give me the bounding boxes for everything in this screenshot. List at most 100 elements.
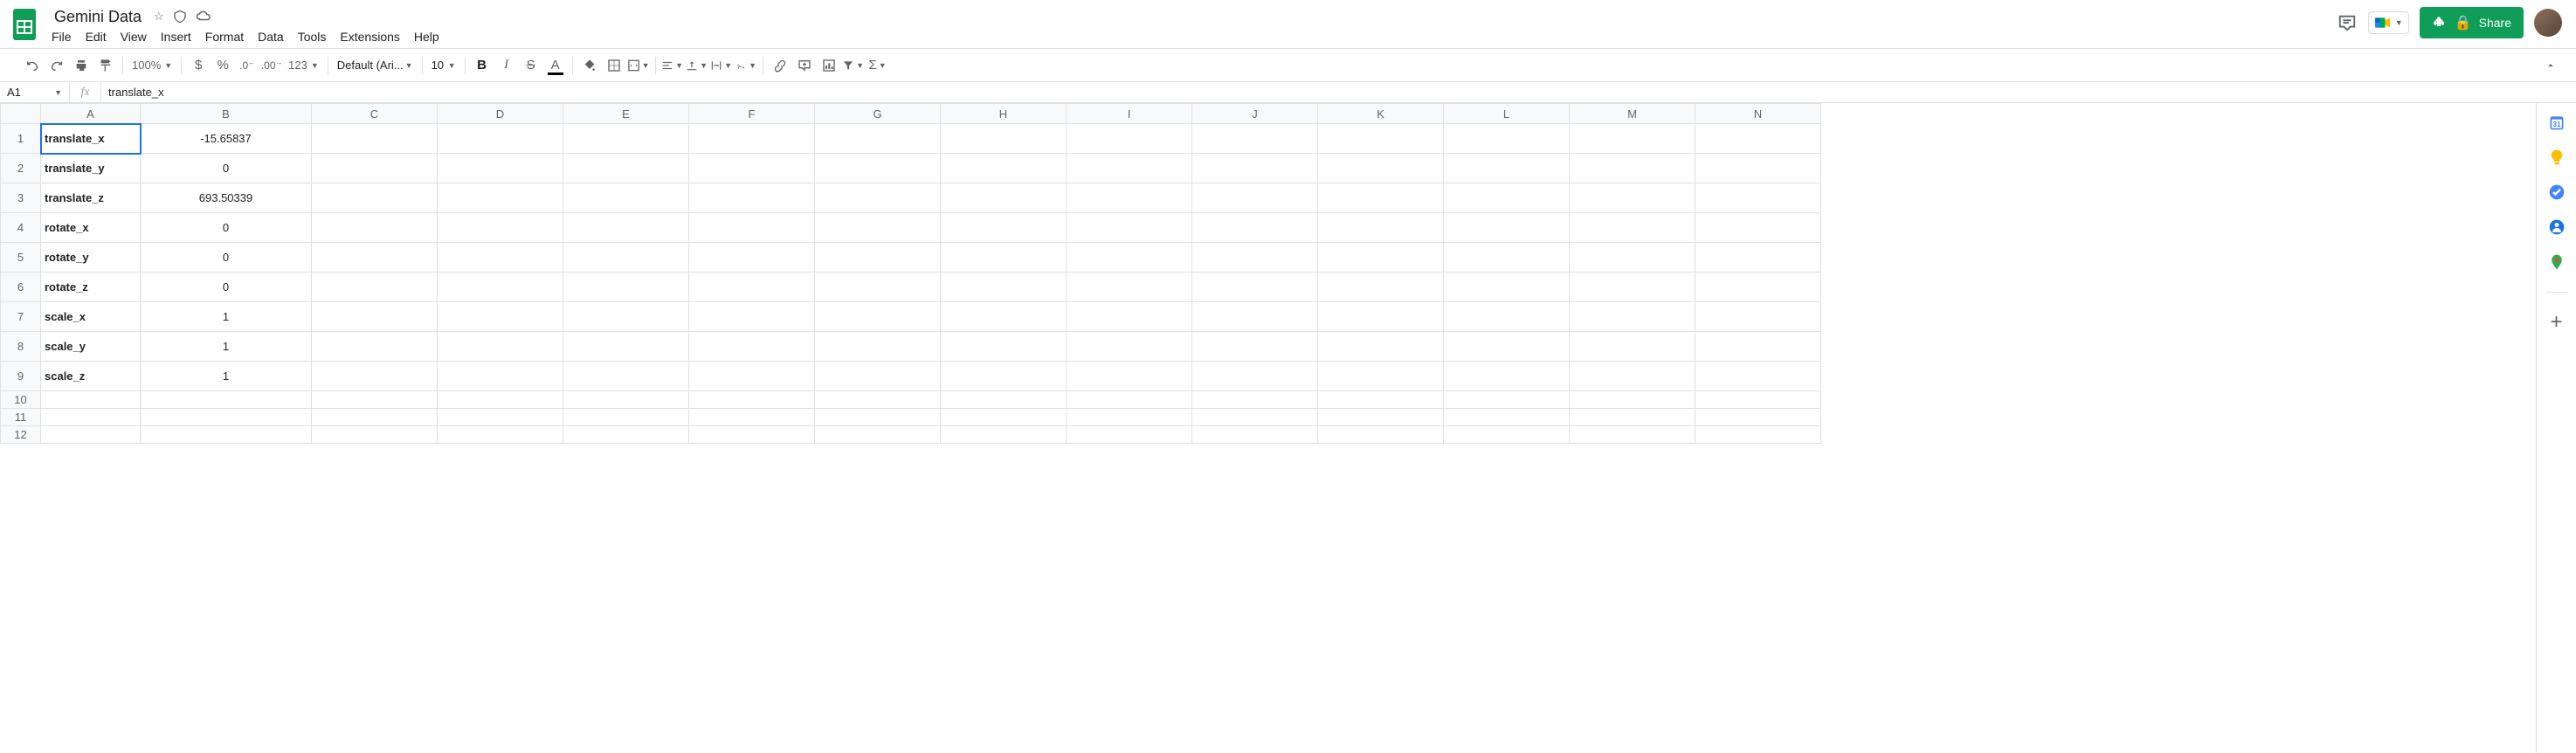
cell-B10[interactable] xyxy=(141,391,312,409)
col-header-C[interactable]: C xyxy=(312,104,438,124)
col-header-E[interactable]: E xyxy=(563,104,689,124)
row-header-5[interactable]: 5 xyxy=(1,243,41,273)
cell-N10[interactable] xyxy=(1695,391,1821,409)
name-box[interactable]: A1▼ xyxy=(0,82,70,102)
cell-N3[interactable] xyxy=(1695,183,1821,213)
col-header-K[interactable]: K xyxy=(1318,104,1444,124)
col-header-B[interactable]: B xyxy=(141,104,312,124)
more-formats-button[interactable]: 123▼ xyxy=(285,59,322,72)
cloud-status-icon[interactable] xyxy=(196,10,211,24)
cell-J6[interactable] xyxy=(1192,273,1318,302)
zoom-select[interactable]: 100%▼ xyxy=(128,59,176,72)
cell-D6[interactable] xyxy=(438,273,563,302)
menu-view[interactable]: View xyxy=(114,26,153,47)
cell-E7[interactable] xyxy=(563,302,689,332)
functions-button[interactable]: Σ▼ xyxy=(867,54,889,77)
strikethrough-button[interactable]: S xyxy=(520,54,542,77)
insert-link-button[interactable] xyxy=(769,54,791,77)
cell-I11[interactable] xyxy=(1067,409,1192,426)
cell-B5[interactable]: 0 xyxy=(141,243,312,273)
menu-edit[interactable]: Edit xyxy=(79,26,113,47)
cell-G11[interactable] xyxy=(815,409,941,426)
cell-C11[interactable] xyxy=(312,409,438,426)
vertical-align-button[interactable]: ▼ xyxy=(686,54,708,77)
cell-A1[interactable]: translate_x xyxy=(41,124,141,154)
horizontal-align-button[interactable]: ▼ xyxy=(661,54,684,77)
star-icon[interactable]: ☆ xyxy=(154,10,164,24)
cell-L4[interactable] xyxy=(1444,213,1570,243)
cell-M3[interactable] xyxy=(1570,183,1695,213)
redo-button[interactable] xyxy=(45,54,68,77)
cell-L3[interactable] xyxy=(1444,183,1570,213)
sheets-logo[interactable] xyxy=(7,7,42,42)
row-header-1[interactable]: 1 xyxy=(1,124,41,154)
cell-K11[interactable] xyxy=(1318,409,1444,426)
cell-D1[interactable] xyxy=(438,124,563,154)
cell-G10[interactable] xyxy=(815,391,941,409)
cell-C12[interactable] xyxy=(312,426,438,444)
cell-H3[interactable] xyxy=(941,183,1067,213)
cell-M1[interactable] xyxy=(1570,124,1695,154)
cell-I2[interactable] xyxy=(1067,154,1192,183)
cell-M11[interactable] xyxy=(1570,409,1695,426)
cell-J7[interactable] xyxy=(1192,302,1318,332)
cell-B11[interactable] xyxy=(141,409,312,426)
cell-I6[interactable] xyxy=(1067,273,1192,302)
cell-E11[interactable] xyxy=(563,409,689,426)
format-currency-button[interactable]: $ xyxy=(187,54,210,77)
cell-L10[interactable] xyxy=(1444,391,1570,409)
keep-icon[interactable] xyxy=(2548,149,2566,166)
row-header-7[interactable]: 7 xyxy=(1,302,41,332)
cell-H8[interactable] xyxy=(941,332,1067,362)
cell-C5[interactable] xyxy=(312,243,438,273)
cell-J4[interactable] xyxy=(1192,213,1318,243)
cell-H7[interactable] xyxy=(941,302,1067,332)
cell-G4[interactable] xyxy=(815,213,941,243)
cell-N7[interactable] xyxy=(1695,302,1821,332)
cell-M8[interactable] xyxy=(1570,332,1695,362)
cell-L12[interactable] xyxy=(1444,426,1570,444)
cell-L8[interactable] xyxy=(1444,332,1570,362)
cell-D11[interactable] xyxy=(438,409,563,426)
cell-J2[interactable] xyxy=(1192,154,1318,183)
cell-D10[interactable] xyxy=(438,391,563,409)
insert-chart-button[interactable] xyxy=(818,54,840,77)
cell-G12[interactable] xyxy=(815,426,941,444)
cell-C6[interactable] xyxy=(312,273,438,302)
cell-G1[interactable] xyxy=(815,124,941,154)
cell-D4[interactable] xyxy=(438,213,563,243)
cell-K6[interactable] xyxy=(1318,273,1444,302)
row-header-4[interactable]: 4 xyxy=(1,213,41,243)
row-header-10[interactable]: 10 xyxy=(1,391,41,409)
cell-L2[interactable] xyxy=(1444,154,1570,183)
cell-E12[interactable] xyxy=(563,426,689,444)
cell-N12[interactable] xyxy=(1695,426,1821,444)
format-percent-button[interactable]: % xyxy=(211,54,234,77)
col-header-D[interactable]: D xyxy=(438,104,563,124)
cell-M4[interactable] xyxy=(1570,213,1695,243)
cell-G8[interactable] xyxy=(815,332,941,362)
cell-J1[interactable] xyxy=(1192,124,1318,154)
cell-B3[interactable]: 693.50339 xyxy=(141,183,312,213)
cell-C8[interactable] xyxy=(312,332,438,362)
cell-A6[interactable]: rotate_z xyxy=(41,273,141,302)
account-avatar[interactable] xyxy=(2534,9,2562,37)
col-header-H[interactable]: H xyxy=(941,104,1067,124)
cell-D12[interactable] xyxy=(438,426,563,444)
row-header-12[interactable]: 12 xyxy=(1,426,41,444)
menu-insert[interactable]: Insert xyxy=(155,26,197,47)
cell-K4[interactable] xyxy=(1318,213,1444,243)
cell-K10[interactable] xyxy=(1318,391,1444,409)
cell-H9[interactable] xyxy=(941,362,1067,391)
menu-help[interactable]: Help xyxy=(408,26,445,47)
cell-C7[interactable] xyxy=(312,302,438,332)
cell-M7[interactable] xyxy=(1570,302,1695,332)
cell-C10[interactable] xyxy=(312,391,438,409)
font-select[interactable]: Default (Ari...▼ xyxy=(334,59,417,72)
cell-N9[interactable] xyxy=(1695,362,1821,391)
cell-K9[interactable] xyxy=(1318,362,1444,391)
move-icon[interactable] xyxy=(173,10,187,24)
cell-A12[interactable] xyxy=(41,426,141,444)
merge-cells-button[interactable]: ▼ xyxy=(627,54,650,77)
col-header-L[interactable]: L xyxy=(1444,104,1570,124)
